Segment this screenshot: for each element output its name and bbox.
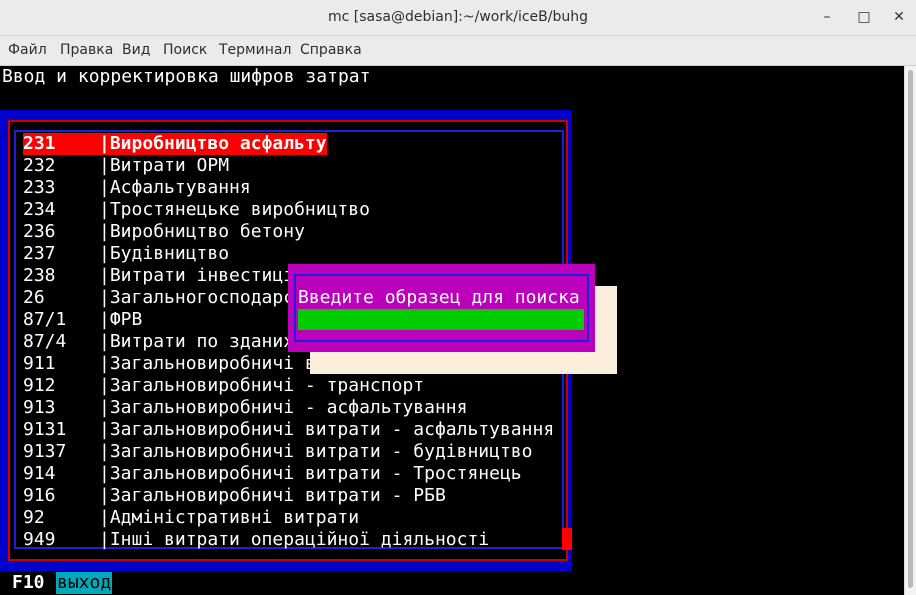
- list-item-code: 914: [23, 463, 56, 484]
- maximize-icon[interactable]: □: [855, 8, 873, 26]
- list-item-code: 233: [23, 177, 56, 198]
- list-item-code: 234: [23, 199, 56, 220]
- list-item-separator: |: [99, 155, 110, 176]
- scrollbar-thumb[interactable]: [908, 70, 913, 588]
- minimize-icon[interactable]: –: [818, 8, 836, 26]
- list-item-separator: |: [99, 397, 110, 418]
- close-icon[interactable]: ✕: [890, 8, 908, 26]
- list-item-separator: |: [99, 441, 110, 462]
- list-item-name: Витрати ОРМ: [109, 155, 230, 176]
- list-item-code: 911: [23, 353, 56, 374]
- list-item-code: 912: [23, 375, 56, 396]
- list-item[interactable]: 236 |Виробництво бетону: [23, 221, 305, 243]
- exit-label[interactable]: выход: [56, 572, 113, 594]
- list-item-separator: |: [99, 331, 110, 352]
- list-item[interactable]: 911 |Загальновиробничі в: [23, 353, 316, 375]
- list-item-separator: |: [99, 133, 110, 154]
- list-item[interactable]: 913 |Загальновиробничі - асфальтування: [23, 397, 467, 419]
- list-item-separator: |: [99, 375, 110, 396]
- list-item-code: 238: [23, 265, 56, 286]
- list-item[interactable]: 949 |Інші витрати операційної діяльності: [23, 529, 489, 551]
- list-item-name: Асфальтування: [109, 177, 251, 198]
- list-item-code: 236: [23, 221, 56, 242]
- list-item[interactable]: 916 |Загальновиробничі витрати - РБВ: [23, 485, 446, 507]
- menu-view[interactable]: Вид: [122, 42, 150, 58]
- list-item[interactable]: 912 |Загальновиробничі - транспорт: [23, 375, 424, 397]
- list-item-code: 949: [23, 529, 56, 550]
- list-item[interactable]: 9131 |Загальновиробничі витрати - асфальт…: [23, 419, 554, 441]
- list-item-name: Тростянецьке виробництво: [109, 199, 370, 220]
- list-item-name: Виробництво бетону: [109, 221, 305, 242]
- menu-search[interactable]: Поиск: [163, 42, 207, 58]
- list-item-separator: |: [99, 221, 110, 242]
- menu-help[interactable]: Справка: [300, 42, 362, 58]
- list-item-name: Загальновиробничі - транспорт: [109, 375, 425, 396]
- scroll-position-marker: [562, 528, 572, 550]
- list-item[interactable]: 237 |Будівництво: [23, 243, 229, 265]
- list-item-name: Виробництво асфальту: [109, 133, 327, 154]
- list-item-code: 26: [23, 287, 45, 308]
- list-item-name: Адміністративні витрати: [109, 507, 360, 528]
- list-item-name: Будівництво: [109, 243, 230, 264]
- screen-heading: Ввод и корректировка шифров затрат: [2, 66, 371, 87]
- list-item-separator: |: [99, 485, 110, 506]
- menu-bar: Файл Правка Вид Поиск Терминал Справка: [0, 36, 916, 66]
- search-prompt: Введите образец для поиска: [298, 287, 580, 308]
- list-item-code: 87/4: [23, 331, 67, 352]
- list-item-name: Витрати по зданих: [109, 331, 295, 352]
- window-title: mc [sasa@debian]:~/work/iceB/buhg: [328, 9, 588, 25]
- list-item-separator: |: [99, 177, 110, 198]
- list-item[interactable]: 87/4 |Витрати по зданих: [23, 331, 294, 353]
- menu-terminal[interactable]: Терминал: [219, 42, 291, 58]
- list-item-name: Загальновиробничі витрати - РБВ: [109, 485, 446, 506]
- list-item[interactable]: 87/1 |ФРВ: [23, 309, 142, 331]
- list-item-separator: |: [99, 243, 110, 264]
- list-item-code: 913: [23, 397, 56, 418]
- list-item-separator: |: [99, 463, 110, 484]
- list-item[interactable]: 914 |Загальновиробничі витрати - Тростяне…: [23, 463, 522, 485]
- list-item-code: 9137: [23, 441, 67, 462]
- list-item-code: 9131: [23, 419, 67, 440]
- list-item-code: 916: [23, 485, 56, 506]
- list-item-name: Загальновиробничі витрати - Тростянець: [109, 463, 522, 484]
- list-item-selected[interactable]: 231 |Виробництво асфальту: [23, 133, 327, 155]
- list-item-name: Загальновиробничі в: [109, 353, 316, 374]
- list-item-name: Загальновиробничі витрати - асфальтуванн…: [109, 419, 555, 440]
- list-item[interactable]: 232 |Витрати ОРМ: [23, 155, 229, 177]
- list-item-separator: |: [99, 199, 110, 220]
- list-item[interactable]: 92 |Адміністративні витрати: [23, 507, 359, 529]
- list-item-name: Загальногосподарс: [109, 287, 295, 308]
- terminal-scrollbar[interactable]: [904, 66, 916, 595]
- list-item[interactable]: 238 |Витрати інвестиці: [23, 265, 294, 287]
- list-item-code: 232: [23, 155, 56, 176]
- list-item-name: Інші витрати операційної діяльності: [109, 529, 490, 550]
- list-item-name: Витрати інвестиці: [109, 265, 295, 286]
- list-item-code: 92: [23, 507, 45, 528]
- list-item-separator: |: [99, 353, 110, 374]
- window-titlebar: mc [sasa@debian]:~/work/iceB/buhg – □ ✕: [0, 0, 916, 36]
- list-item[interactable]: 26 |Загальногосподарс: [23, 287, 294, 309]
- menu-edit[interactable]: Правка: [60, 42, 113, 58]
- list-item[interactable]: 9137 |Загальновиробничі витрати - будівни…: [23, 441, 532, 463]
- menu-file[interactable]: Файл: [8, 42, 47, 58]
- list-item-separator: |: [99, 529, 110, 550]
- list-item-code: 87/1: [23, 309, 67, 330]
- list-item[interactable]: 234 |Тростянецьке виробництво: [23, 199, 370, 221]
- list-item-separator: |: [99, 507, 110, 528]
- list-item-code: 231: [23, 133, 99, 155]
- f10-key[interactable]: F10: [12, 572, 45, 594]
- list-item-name: ФРВ: [109, 309, 143, 330]
- list-item-name: Загальновиробничі витрати - будівництво: [109, 441, 533, 462]
- list-item-separator: |: [99, 419, 110, 440]
- list-item-separator: |: [99, 309, 110, 330]
- list-item[interactable]: 233 |Асфальтування: [23, 177, 251, 199]
- search-input[interactable]: [298, 309, 584, 330]
- list-item-separator: |: [99, 265, 110, 286]
- list-item-separator: |: [99, 287, 110, 308]
- list-item-name: Загальновиробничі - асфальтування: [109, 397, 468, 418]
- list-item-code: 237: [23, 243, 56, 264]
